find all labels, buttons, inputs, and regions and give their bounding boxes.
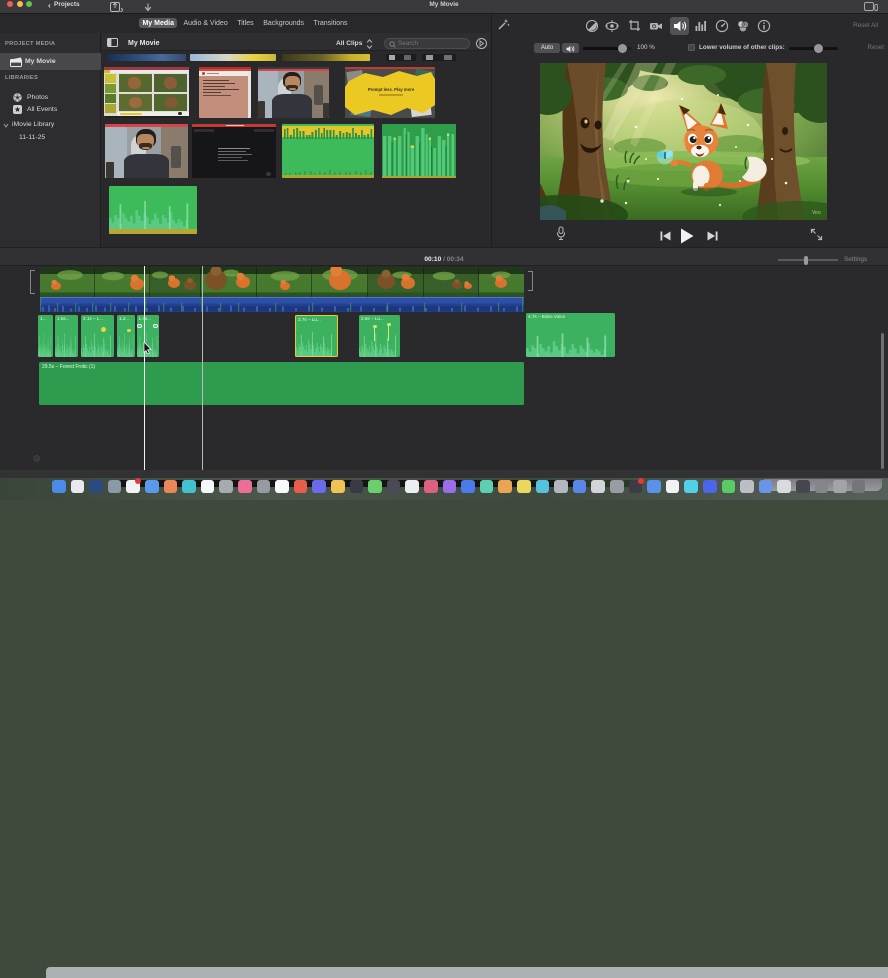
svg-text:Veo: Veo xyxy=(812,210,821,216)
